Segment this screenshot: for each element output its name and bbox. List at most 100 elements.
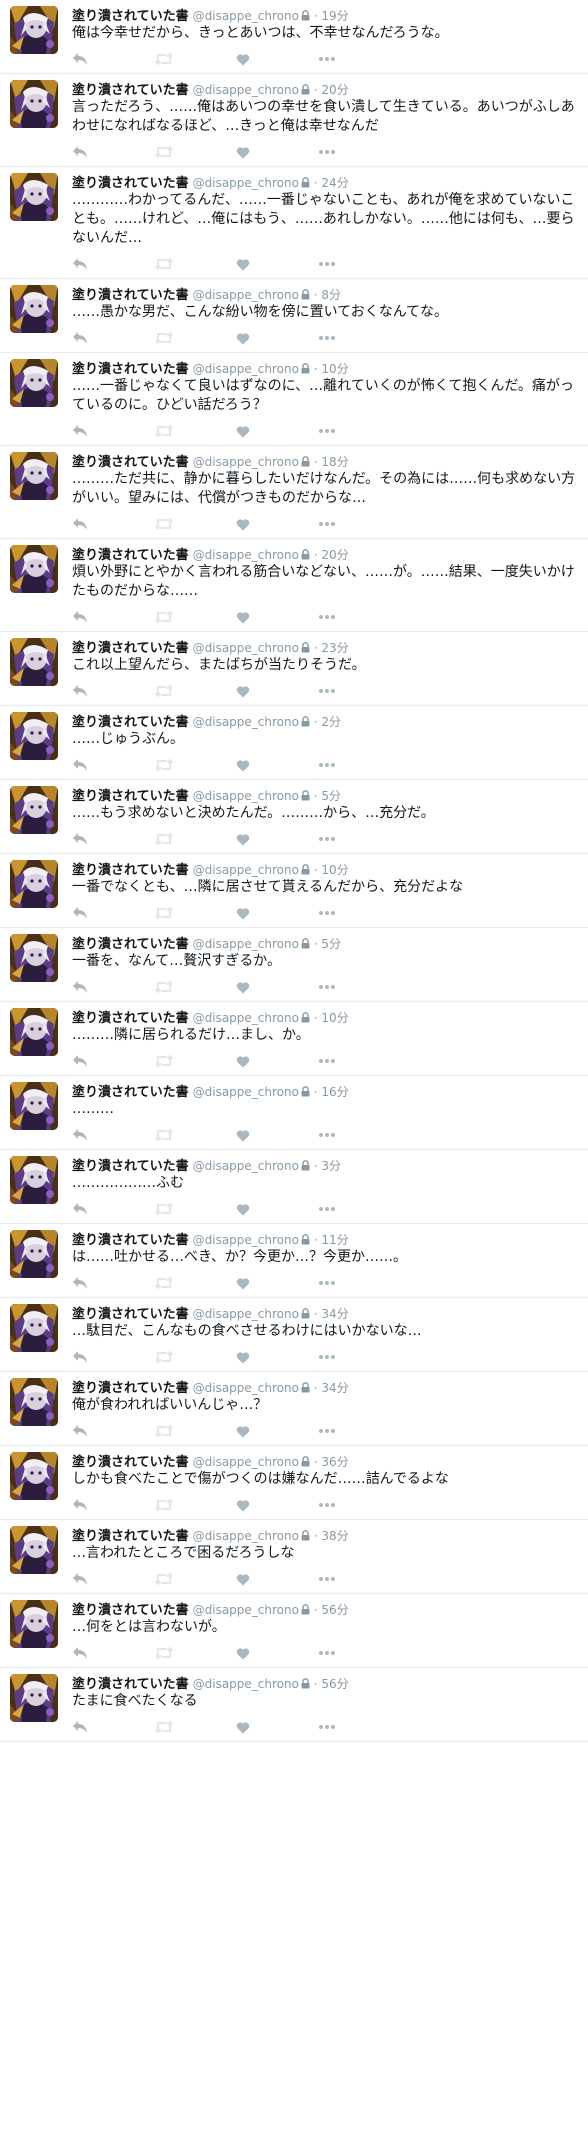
- avatar[interactable]: [10, 545, 58, 593]
- retweet-button[interactable]: [154, 329, 236, 347]
- reply-button[interactable]: [72, 1200, 154, 1218]
- retweet-button[interactable]: [154, 1496, 236, 1514]
- reply-button[interactable]: [72, 1126, 154, 1144]
- more-button[interactable]: [318, 515, 400, 533]
- retweet-button[interactable]: [154, 1718, 236, 1736]
- more-button[interactable]: [318, 608, 400, 626]
- more-button[interactable]: [318, 904, 400, 922]
- user-handle[interactable]: @disappe_chrono: [193, 1233, 299, 1247]
- user-handle[interactable]: @disappe_chrono: [193, 789, 299, 803]
- display-name[interactable]: 塗り潰されていた書: [72, 1159, 189, 1174]
- like-button[interactable]: [236, 515, 318, 533]
- avatar[interactable]: [10, 1526, 58, 1574]
- reply-button[interactable]: [72, 1348, 154, 1366]
- avatar[interactable]: [10, 80, 58, 128]
- more-button[interactable]: [318, 1718, 400, 1736]
- like-button[interactable]: [236, 1644, 318, 1662]
- user-handle[interactable]: @disappe_chrono: [193, 548, 299, 562]
- retweet-button[interactable]: [154, 143, 236, 161]
- reply-button[interactable]: [72, 422, 154, 440]
- user-handle[interactable]: @disappe_chrono: [193, 362, 299, 376]
- avatar[interactable]: [10, 452, 58, 500]
- tweet-timestamp[interactable]: 34分: [321, 1307, 348, 1321]
- like-button[interactable]: [236, 608, 318, 626]
- more-button[interactable]: [318, 1496, 400, 1514]
- reply-button[interactable]: [72, 50, 154, 68]
- reply-button[interactable]: [72, 1422, 154, 1440]
- like-button[interactable]: [236, 1718, 318, 1736]
- display-name[interactable]: 塗り潰されていた書: [72, 455, 189, 470]
- display-name[interactable]: 塗り潰されていた書: [72, 9, 189, 24]
- like-button[interactable]: [236, 1496, 318, 1514]
- tweet-timestamp[interactable]: 20分: [321, 548, 348, 562]
- display-name[interactable]: 塗り潰されていた書: [72, 715, 189, 730]
- avatar[interactable]: [10, 712, 58, 760]
- display-name[interactable]: 塗り潰されていた書: [72, 288, 189, 303]
- tweet-timestamp[interactable]: 36分: [321, 1455, 348, 1469]
- tweet-timestamp[interactable]: 5分: [321, 937, 341, 951]
- retweet-button[interactable]: [154, 1348, 236, 1366]
- retweet-button[interactable]: [154, 1644, 236, 1662]
- more-button[interactable]: [318, 329, 400, 347]
- retweet-button[interactable]: [154, 904, 236, 922]
- reply-button[interactable]: [72, 1570, 154, 1588]
- tweet-timestamp[interactable]: 56分: [321, 1603, 348, 1617]
- avatar[interactable]: [10, 1674, 58, 1722]
- more-button[interactable]: [318, 682, 400, 700]
- display-name[interactable]: 塗り潰されていた書: [72, 863, 189, 878]
- like-button[interactable]: [236, 329, 318, 347]
- avatar[interactable]: [10, 6, 58, 54]
- avatar[interactable]: [10, 638, 58, 686]
- user-handle[interactable]: @disappe_chrono: [193, 1529, 299, 1543]
- avatar[interactable]: [10, 1230, 58, 1278]
- user-handle[interactable]: @disappe_chrono: [193, 1159, 299, 1173]
- tweet-timestamp[interactable]: 23分: [321, 641, 348, 655]
- more-button[interactable]: [318, 1348, 400, 1366]
- more-button[interactable]: [318, 756, 400, 774]
- like-button[interactable]: [236, 255, 318, 273]
- reply-button[interactable]: [72, 756, 154, 774]
- more-button[interactable]: [318, 1422, 400, 1440]
- more-button[interactable]: [318, 255, 400, 273]
- reply-button[interactable]: [72, 1718, 154, 1736]
- more-button[interactable]: [318, 1274, 400, 1292]
- display-name[interactable]: 塗り潰されていた書: [72, 1307, 189, 1322]
- retweet-button[interactable]: [154, 978, 236, 996]
- tweet-timestamp[interactable]: 38分: [321, 1529, 348, 1543]
- retweet-button[interactable]: [154, 422, 236, 440]
- retweet-button[interactable]: [154, 1200, 236, 1218]
- user-handle[interactable]: @disappe_chrono: [193, 1085, 299, 1099]
- avatar[interactable]: [10, 285, 58, 333]
- avatar[interactable]: [10, 860, 58, 908]
- more-button[interactable]: [318, 50, 400, 68]
- avatar[interactable]: [10, 786, 58, 834]
- retweet-button[interactable]: [154, 1570, 236, 1588]
- user-handle[interactable]: @disappe_chrono: [193, 9, 299, 23]
- retweet-button[interactable]: [154, 1422, 236, 1440]
- retweet-button[interactable]: [154, 830, 236, 848]
- user-handle[interactable]: @disappe_chrono: [193, 1381, 299, 1395]
- reply-button[interactable]: [72, 255, 154, 273]
- avatar[interactable]: [10, 1008, 58, 1056]
- like-button[interactable]: [236, 1348, 318, 1366]
- tweet-timestamp[interactable]: 3分: [321, 1159, 341, 1173]
- tweet-timestamp[interactable]: 34分: [321, 1381, 348, 1395]
- retweet-button[interactable]: [154, 515, 236, 533]
- like-button[interactable]: [236, 1274, 318, 1292]
- reply-button[interactable]: [72, 143, 154, 161]
- like-button[interactable]: [236, 1200, 318, 1218]
- display-name[interactable]: 塗り潰されていた書: [72, 789, 189, 804]
- user-handle[interactable]: @disappe_chrono: [193, 83, 299, 97]
- tweet-timestamp[interactable]: 8分: [321, 288, 341, 302]
- user-handle[interactable]: @disappe_chrono: [193, 641, 299, 655]
- display-name[interactable]: 塗り潰されていた書: [72, 1085, 189, 1100]
- tweet-timestamp[interactable]: 10分: [321, 1011, 348, 1025]
- avatar[interactable]: [10, 173, 58, 221]
- more-button[interactable]: [318, 1200, 400, 1218]
- more-button[interactable]: [318, 422, 400, 440]
- retweet-button[interactable]: [154, 1052, 236, 1070]
- avatar[interactable]: [10, 1378, 58, 1426]
- retweet-button[interactable]: [154, 682, 236, 700]
- retweet-button[interactable]: [154, 756, 236, 774]
- user-handle[interactable]: @disappe_chrono: [193, 1307, 299, 1321]
